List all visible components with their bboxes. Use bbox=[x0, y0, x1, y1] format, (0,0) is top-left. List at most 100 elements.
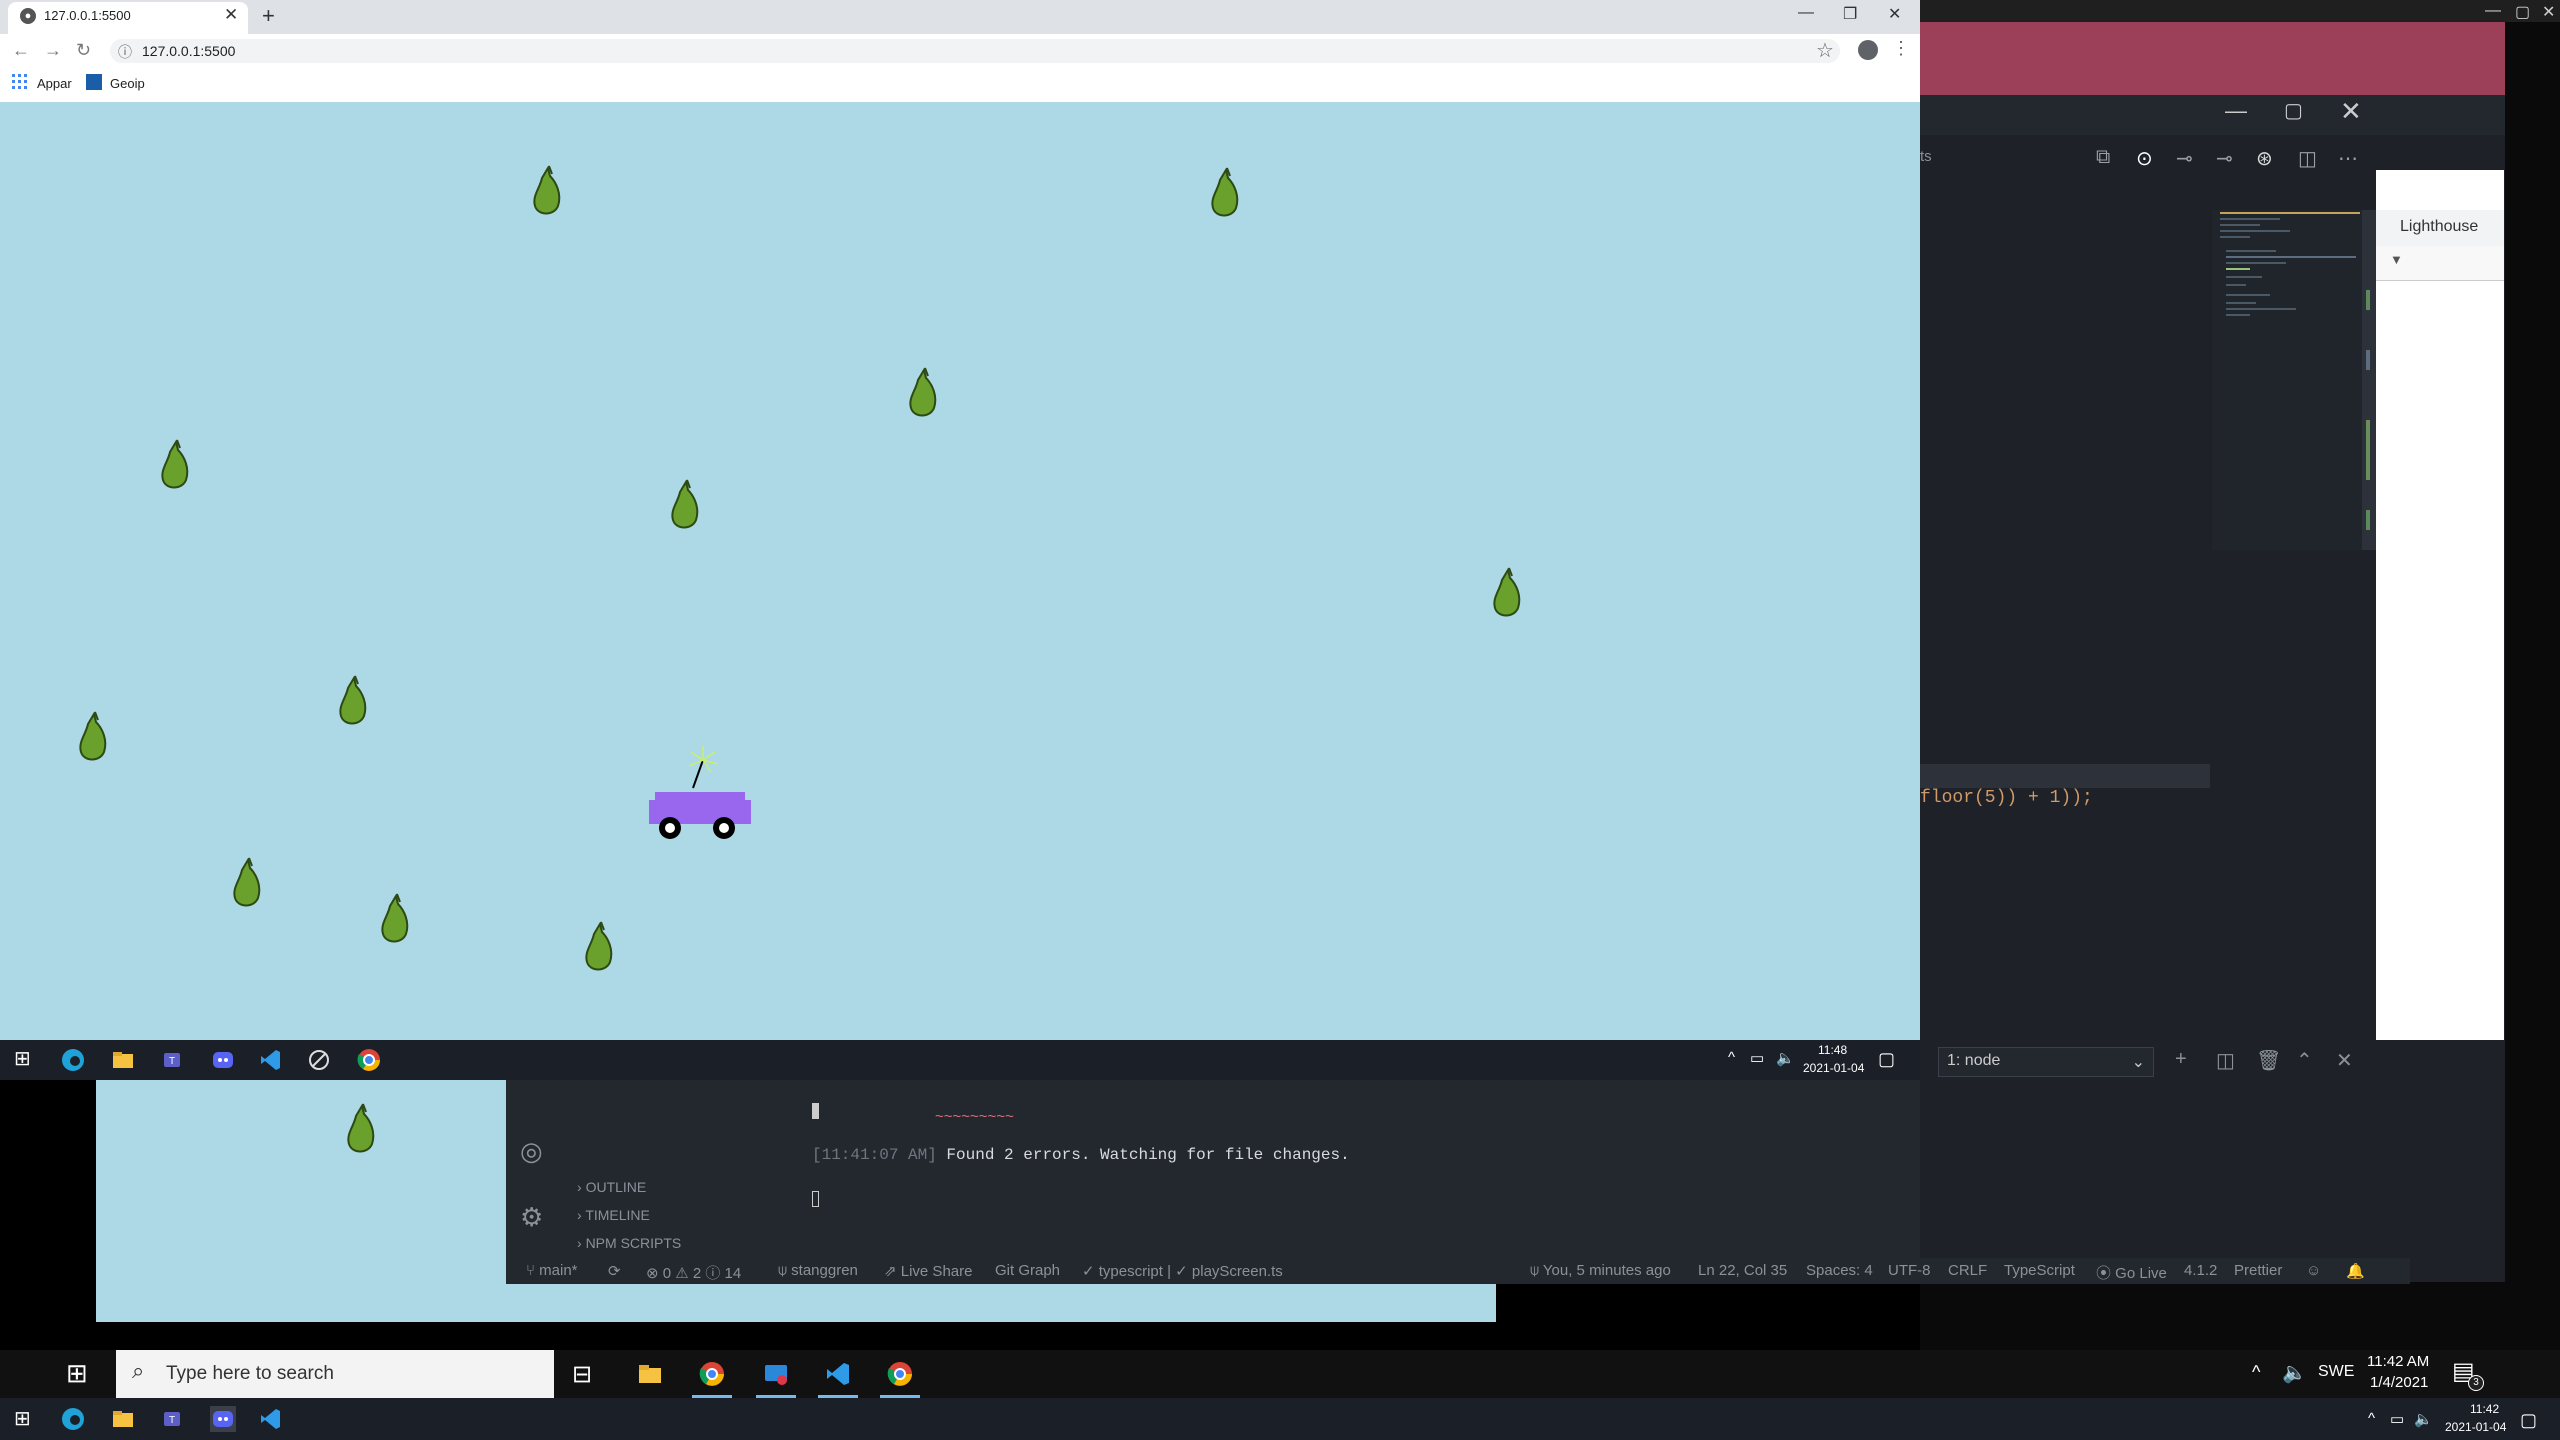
search-placeholder[interactable]: Type here to search bbox=[166, 1363, 334, 1385]
accounts-icon[interactable]: ◎ bbox=[520, 1136, 543, 1167]
chrome-icon[interactable] bbox=[886, 1360, 914, 1388]
url-text[interactable]: 127.0.0.1:5500 bbox=[142, 43, 235, 59]
feedback-icon[interactable]: ☺ bbox=[2306, 1262, 2321, 1279]
git-graph-status[interactable]: Git Graph bbox=[995, 1262, 1060, 1279]
file-explorer-icon[interactable] bbox=[636, 1360, 664, 1388]
info-icon[interactable]: ⓘ bbox=[118, 42, 132, 62]
volume-icon[interactable]: 🔈 bbox=[1776, 1049, 1795, 1067]
language-status[interactable]: TypeScript bbox=[2004, 1262, 2075, 1279]
close-panel-icon[interactable]: ✕ bbox=[2336, 1048, 2353, 1073]
discord-icon[interactable] bbox=[210, 1047, 236, 1073]
game-canvas[interactable] bbox=[0, 102, 1920, 1040]
teams-icon[interactable]: T bbox=[160, 1406, 186, 1432]
edge-icon[interactable] bbox=[60, 1047, 86, 1073]
windows-start-icon[interactable]: ⊞ bbox=[14, 1406, 31, 1431]
new-tab-icon[interactable]: + bbox=[262, 3, 275, 29]
minimap[interactable] bbox=[2212, 210, 2368, 550]
inner-clock-time[interactable]: 11:48 bbox=[1818, 1043, 1847, 1057]
windows-start-icon[interactable]: ⊞ bbox=[66, 1358, 88, 1389]
chrome-icon[interactable] bbox=[698, 1360, 726, 1388]
close-icon[interactable]: ✕ bbox=[2542, 2, 2555, 22]
restore-icon[interactable]: ❐ bbox=[1843, 4, 1857, 24]
minimize-icon[interactable]: — bbox=[1798, 4, 1814, 22]
file-explorer-icon[interactable] bbox=[110, 1406, 136, 1432]
live-share-status[interactable]: ⇗ Live Share bbox=[884, 1262, 972, 1280]
bottom-clock-time[interactable]: 11:42 bbox=[2470, 1402, 2499, 1416]
profile-avatar-icon[interactable] bbox=[1858, 40, 1878, 60]
editor-scrollbar[interactable] bbox=[2362, 210, 2376, 550]
prettier-status[interactable]: Prettier bbox=[2234, 1262, 2282, 1279]
cursor-position[interactable]: Ln 22, Col 35 bbox=[1698, 1262, 1787, 1279]
git-prev-icon[interactable]: ⊸ bbox=[2176, 146, 2193, 171]
branch-status[interactable]: ⑂ main* bbox=[526, 1262, 578, 1279]
discord-icon[interactable] bbox=[210, 1406, 236, 1432]
tray-chevron-icon[interactable]: ^ bbox=[1728, 1049, 1735, 1066]
apps-grid-icon[interactable] bbox=[12, 74, 28, 90]
new-terminal-icon[interactable]: + bbox=[2175, 1048, 2187, 1071]
sidebar-section-npm-scripts[interactable]: › NPM SCRIPTS bbox=[577, 1235, 681, 1251]
sidebar-section-timeline[interactable]: › TIMELINE bbox=[577, 1207, 650, 1223]
action-center-icon[interactable]: ▢ bbox=[1878, 1049, 1895, 1070]
vscode-close-icon[interactable]: ✕ bbox=[2340, 96, 2362, 127]
vscode-icon[interactable] bbox=[258, 1047, 284, 1073]
problems-status[interactable]: ⊗ 0 ⚠ 2 ⓘ 14 bbox=[646, 1262, 741, 1283]
trash-icon[interactable]: 🗑 bbox=[2256, 1048, 2281, 1073]
task-view-icon[interactable]: ⊟ bbox=[572, 1360, 592, 1389]
file-explorer-icon[interactable] bbox=[110, 1047, 136, 1073]
remote-desktop-icon[interactable] bbox=[762, 1360, 790, 1388]
volume-icon[interactable]: 🔈 bbox=[2414, 1410, 2433, 1428]
git-commit-icon[interactable]: ⊙ bbox=[2136, 146, 2153, 171]
sync-icon[interactable]: ⟳ bbox=[608, 1262, 621, 1280]
bookmark-appar[interactable]: Appar bbox=[37, 76, 72, 91]
user-status[interactable]: ⍦ stanggren bbox=[778, 1262, 858, 1279]
chevron-up-icon[interactable]: ⌃ bbox=[2296, 1048, 2313, 1073]
maximize-icon[interactable]: ▢ bbox=[2515, 2, 2530, 22]
edge-icon[interactable] bbox=[60, 1406, 86, 1432]
host-clock-time[interactable]: 11:42 AM bbox=[2367, 1353, 2429, 1370]
tab-lighthouse[interactable]: Lighthouse bbox=[2400, 218, 2478, 236]
vscode-minimize-icon[interactable]: — bbox=[2225, 98, 2247, 124]
split-terminal-icon[interactable]: ◫ bbox=[2216, 1048, 2235, 1073]
vscode-maximize-icon[interactable]: ▢ bbox=[2284, 98, 2303, 123]
go-live-status[interactable]: ⦿ Go Live bbox=[2096, 1262, 2167, 1283]
chrome-icon[interactable] bbox=[356, 1047, 382, 1073]
vscode-icon[interactable] bbox=[824, 1360, 852, 1388]
reload-icon[interactable]: ↻ bbox=[76, 40, 91, 61]
minimize-icon[interactable]: — bbox=[2485, 2, 2501, 20]
tray-chevron-icon[interactable]: ^ bbox=[2252, 1362, 2260, 1383]
vscode-icon[interactable] bbox=[258, 1406, 284, 1432]
sidebar-section-outline[interactable]: › OUTLINE bbox=[577, 1179, 646, 1195]
bookmark-geoip[interactable]: Geoip bbox=[110, 76, 145, 91]
teams-icon[interactable]: T bbox=[160, 1047, 186, 1073]
tab-close-icon[interactable]: ✕ bbox=[224, 5, 238, 25]
split-editor-icon[interactable]: ◫ bbox=[2298, 146, 2317, 171]
eol-status[interactable]: CRLF bbox=[1948, 1262, 1987, 1279]
live-preview-icon[interactable]: ⊛ bbox=[2256, 146, 2273, 171]
notifications-bell-icon[interactable]: 🔔 bbox=[2346, 1262, 2365, 1280]
blame-status[interactable]: ⍦ You, 5 minutes ago bbox=[1530, 1262, 1671, 1279]
volume-icon[interactable]: 🔈 bbox=[2282, 1360, 2307, 1385]
inner-clock-date[interactable]: 2021-01-04 bbox=[1803, 1061, 1864, 1075]
close-icon[interactable]: ✕ bbox=[1888, 4, 1901, 24]
indentation-status[interactable]: Spaces: 4 bbox=[1806, 1262, 1873, 1279]
git-next-icon[interactable]: ⊸ bbox=[2216, 146, 2233, 171]
action-center-icon[interactable]: ▢ bbox=[2520, 1410, 2537, 1431]
tray-chevron-icon[interactable]: ^ bbox=[2368, 1410, 2375, 1427]
ts-status[interactable]: ✓ typescript | ✓ playScreen.ts bbox=[1082, 1262, 1283, 1280]
menu-kebab-icon[interactable]: ⋮ bbox=[1892, 38, 1910, 59]
forward-icon[interactable]: → bbox=[44, 40, 62, 61]
ts-version-status[interactable]: 4.1.2 bbox=[2184, 1262, 2217, 1279]
input-language[interactable]: SWE bbox=[2318, 1363, 2354, 1381]
encoding-status[interactable]: UTF-8 bbox=[1888, 1262, 1931, 1279]
terminal-prompt-cursor[interactable] bbox=[812, 1191, 819, 1207]
snip-tool-icon[interactable] bbox=[306, 1047, 332, 1073]
back-icon[interactable]: ← bbox=[12, 40, 30, 61]
bottom-clock-date[interactable]: 2021-01-04 bbox=[2445, 1420, 2506, 1434]
geoip-icon[interactable] bbox=[86, 74, 102, 90]
settings-gear-icon[interactable]: ⚙ bbox=[520, 1202, 543, 1233]
host-clock-date[interactable]: 1/4/2021 bbox=[2370, 1374, 2428, 1391]
address-bar[interactable] bbox=[110, 39, 1840, 63]
terminal-select[interactable]: 1: node ⌄ bbox=[1938, 1047, 2154, 1077]
more-actions-icon[interactable]: ⋯ bbox=[2338, 146, 2358, 171]
windows-start-icon[interactable]: ⊞ bbox=[14, 1046, 31, 1071]
